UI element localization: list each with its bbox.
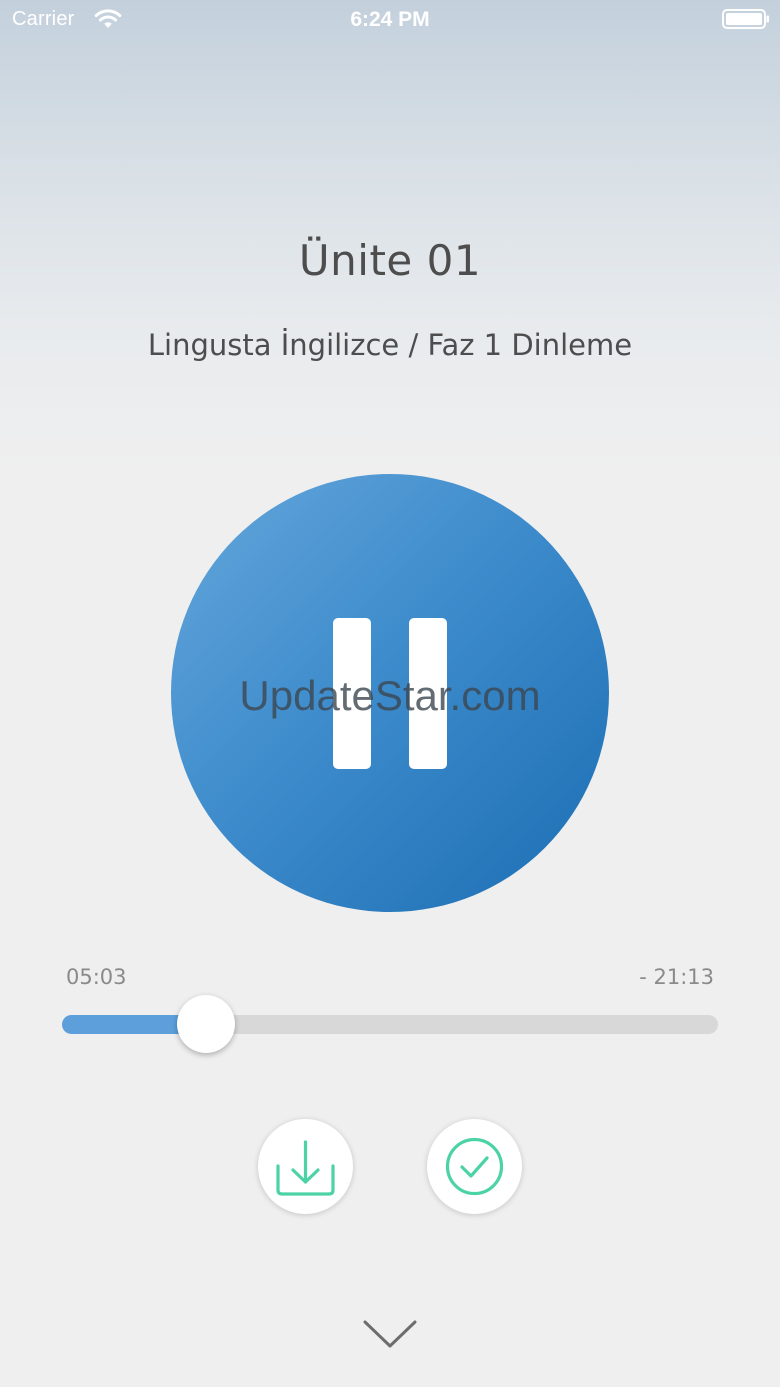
download-button[interactable] (258, 1119, 353, 1214)
play-pause-button[interactable] (171, 474, 609, 912)
chevron-down-icon (363, 1320, 417, 1348)
clock: 6:24 PM (350, 8, 430, 31)
battery-icon (722, 9, 770, 29)
progress-slider[interactable] (62, 1015, 718, 1034)
elapsed-time: 05:03 (66, 965, 127, 989)
pause-bar-right (409, 618, 447, 769)
collapse-player-button[interactable] (356, 1308, 424, 1356)
pause-bar-left (333, 618, 371, 769)
remaining-time: - 21:13 (639, 965, 714, 989)
status-bar: Carrier 6:24 PM (0, 0, 780, 40)
download-icon (276, 1140, 335, 1196)
lesson-title: Ünite 01 (298, 236, 482, 285)
mark-complete-button[interactable] (427, 1119, 522, 1214)
checkmark-circle-icon (445, 1137, 504, 1196)
lesson-subtitle: Lingusta İngilizce / Faz 1 Dinleme (147, 328, 633, 362)
progress-thumb[interactable] (177, 995, 236, 1053)
